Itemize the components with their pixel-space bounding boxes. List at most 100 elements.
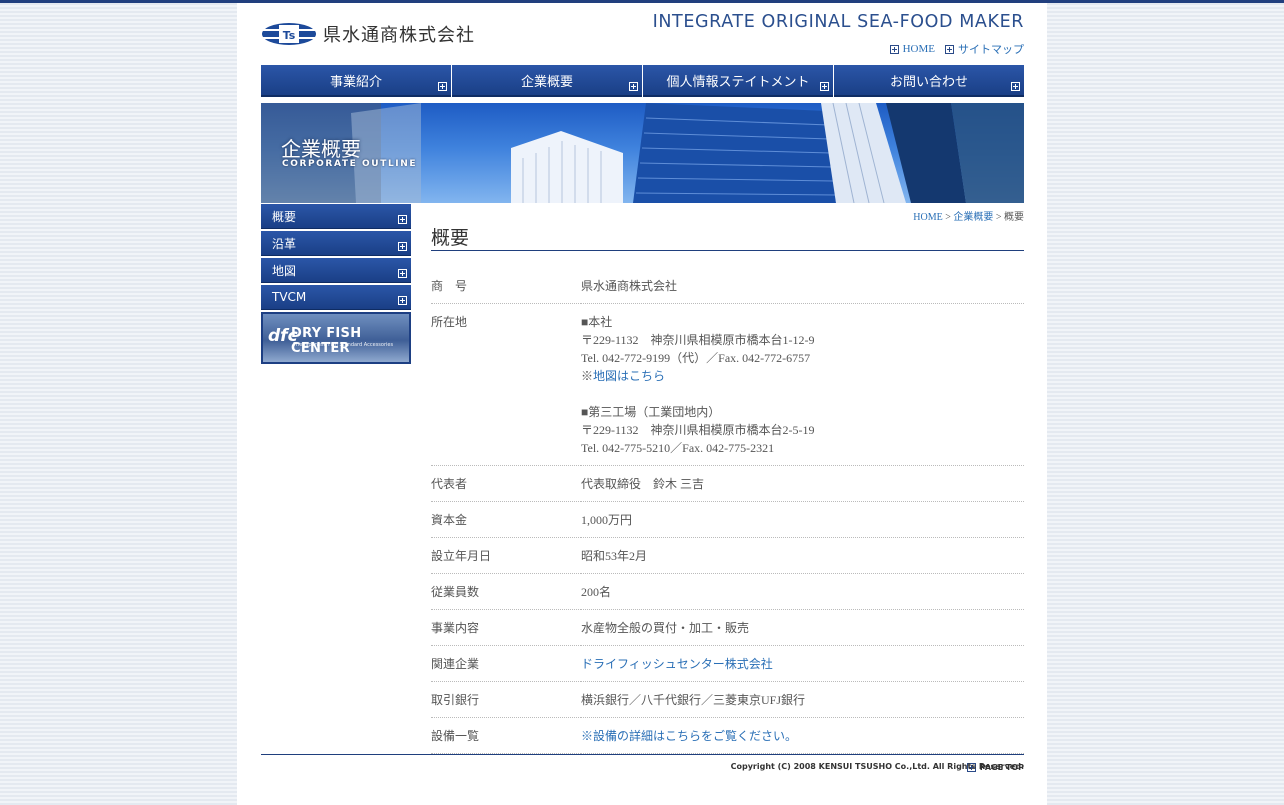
copyright: Copyright (C) 2008 KENSUI TSUSHO Co.,Ltd… — [730, 762, 1024, 771]
plus-icon — [398, 215, 407, 224]
map-note: ※地図はこちら — [581, 367, 1024, 385]
dfc-banner-sub: The Japanese Fish Standard Accessories — [293, 342, 394, 348]
table-row: 代表者 代表取締役 鈴木 三吉 — [431, 465, 1024, 502]
gnav-business[interactable]: 事業紹介 — [261, 65, 451, 97]
row-value: ※設備の詳細はこちらをご覧ください。 — [581, 717, 1024, 754]
table-row: 関連企業 ドライフィッシュセンター株式会社 — [431, 645, 1024, 682]
page-container: Ts 県水通商株式会社 INTEGRATE ORIGINAL SEA-FOOD … — [237, 3, 1047, 805]
note-mark: ※ — [581, 729, 594, 743]
side-nav-label: TVCM — [272, 290, 307, 304]
equipment-link[interactable]: 設備の詳細はこちらをご覧ください。 — [593, 729, 797, 743]
related-company-link[interactable]: ドライフィッシュセンター株式会社 — [581, 657, 773, 671]
breadcrumb-home[interactable]: HOME — [913, 212, 942, 223]
address-line: 〒229-1132 神奈川県相模原市橋本台2-5-19 — [581, 423, 815, 437]
row-label: 資本金 — [431, 501, 581, 538]
plus-icon — [889, 44, 899, 54]
header-tagline: INTEGRATE ORIGINAL SEA-FOOD MAKER — [652, 12, 1024, 32]
side-nav-label: 地図 — [272, 263, 297, 278]
address-line: Tel. 042-775-5210／Fax. 042-775-2321 — [581, 441, 775, 455]
row-value: 1,000万円 — [581, 501, 1024, 538]
row-label: 商 号 — [431, 268, 581, 304]
side-nav-history[interactable]: 沿革 — [261, 231, 411, 256]
breadcrumb-company[interactable]: 企業概要 — [953, 212, 993, 223]
company-name: 県水通商株式会社 — [323, 25, 475, 46]
sitemap-link[interactable]: サイトマップ — [945, 41, 1024, 57]
breadcrumb: HOME > 企業概要 > 概要 — [431, 204, 1024, 223]
row-value: 横浜銀行／八千代銀行／三菱東京UFJ銀行 — [581, 681, 1024, 718]
page-title: 概要 — [431, 223, 1024, 251]
table-row: 資本金 1,000万円 — [431, 501, 1024, 538]
page-inner: Ts 県水通商株式会社 INTEGRATE ORIGINAL SEA-FOOD … — [261, 3, 1024, 805]
plus-icon — [820, 82, 829, 91]
banner-buildings-image — [261, 103, 1024, 203]
side-nav-overview[interactable]: 概要 — [261, 204, 411, 229]
dfc-banner-name: DRY FISH CENTER — [291, 326, 362, 356]
plus-icon — [945, 44, 954, 54]
global-nav: 事業紹介 企業概要 個人情報ステイトメント お問い合わせ — [261, 65, 1024, 97]
breadcrumb-sep: > — [945, 212, 951, 223]
table-row: 事業内容 水産物全般の買付・加工・販売 — [431, 609, 1024, 646]
address-line: ■第三工場（工業団地内） — [581, 405, 721, 419]
row-label: 関連企業 — [431, 645, 581, 682]
sitemap-link-label: サイトマップ — [958, 44, 1024, 56]
table-row: 所在地 ■本社 〒229-1132 神奈川県相模原市橋本台1-12-9 Tel.… — [431, 303, 1024, 466]
row-value: 昭和53年2月 — [581, 537, 1024, 574]
side-nav-label: 概要 — [272, 209, 297, 224]
company-logo-mark-icon: Ts — [262, 23, 316, 45]
dry-fish-center-banner[interactable]: dfc DRY FISH CENTER The Japanese Fish St… — [261, 312, 411, 364]
gnav-company[interactable]: 企業概要 — [452, 65, 642, 97]
table-row: 設備一覧 ※設備の詳細はこちらをご覧ください。 — [431, 717, 1024, 754]
row-label: 設立年月日 — [431, 537, 581, 574]
address-line: Tel. 042-772-9199（代）／Fax. 042-772-6757 — [581, 351, 811, 365]
plus-icon — [398, 242, 407, 251]
side-nav-map[interactable]: 地図 — [261, 258, 411, 283]
table-row: 商 号 県水通商株式会社 — [431, 268, 1024, 304]
row-label: 従業員数 — [431, 573, 581, 610]
plus-icon — [398, 269, 407, 278]
row-label: 事業内容 — [431, 609, 581, 646]
row-label: 所在地 — [431, 303, 581, 466]
home-link[interactable]: HOME — [889, 41, 935, 57]
company-logo[interactable]: Ts 県水通商株式会社 — [261, 21, 475, 47]
plus-icon — [1011, 82, 1020, 91]
gnav-label: 事業紹介 — [329, 74, 382, 90]
note-mark: ※ — [581, 369, 594, 383]
row-label: 取引銀行 — [431, 681, 581, 718]
svg-text:Ts: Ts — [283, 29, 296, 42]
gnav-label: 企業概要 — [520, 74, 573, 90]
row-value: 代表取締役 鈴木 三吉 — [581, 465, 1024, 502]
plus-icon — [629, 82, 638, 91]
table-row: 取引銀行 横浜銀行／八千代銀行／三菱東京UFJ銀行 — [431, 681, 1024, 718]
gnav-privacy[interactable]: 個人情報ステイトメント — [643, 65, 833, 97]
footer: Copyright (C) 2008 KENSUI TSUSHO Co.,Ltd… — [261, 754, 1024, 771]
table-row: 設立年月日 昭和53年2月 — [431, 537, 1024, 574]
header-links: HOME サイトマップ — [889, 41, 1024, 57]
row-value: 県水通商株式会社 — [581, 268, 1024, 304]
page-banner: 企業概要 CORPORATE OUTLINE — [261, 103, 1024, 203]
row-value-address: ■本社 〒229-1132 神奈川県相模原市橋本台1-12-9 Tel. 042… — [581, 303, 1024, 466]
gnav-label: お問い合わせ — [889, 74, 968, 90]
row-value: ドライフィッシュセンター株式会社 — [581, 645, 1024, 682]
address-line: ■本社 — [581, 315, 613, 329]
breadcrumb-sep: > — [995, 212, 1002, 223]
banner-subtitle: CORPORATE OUTLINE — [282, 159, 418, 169]
side-nav-label: 沿革 — [272, 236, 297, 251]
table-row: 従業員数 200名 — [431, 573, 1024, 610]
gnav-label: 個人情報ステイトメント — [666, 74, 810, 90]
breadcrumb-current: 概要 — [1004, 212, 1024, 223]
row-label: 代表者 — [431, 465, 581, 502]
home-link-label: HOME — [902, 43, 935, 55]
row-value: 200名 — [581, 573, 1024, 610]
map-link[interactable]: 地図はこちら — [593, 369, 665, 383]
gnav-contact[interactable]: お問い合わせ — [834, 65, 1024, 97]
row-label: 設備一覧 — [431, 717, 581, 754]
company-info-table: 商 号 県水通商株式会社 所在地 ■本社 〒229-1132 神奈川県相模原市橋… — [431, 268, 1024, 754]
main-content: HOME > 企業概要 > 概要 概要 商 号 県水通商株式会社 所在地 ■本社… — [431, 204, 1024, 772]
banner-title: 企業概要 — [281, 137, 361, 161]
side-nav: 概要 沿革 地図 TVCM dfc DRY FISH CENTER The Ja… — [261, 204, 411, 364]
plus-icon — [438, 82, 447, 91]
plus-icon — [398, 296, 407, 305]
row-value: 水産物全般の買付・加工・販売 — [581, 609, 1024, 646]
side-nav-tvcm[interactable]: TVCM — [261, 285, 411, 310]
